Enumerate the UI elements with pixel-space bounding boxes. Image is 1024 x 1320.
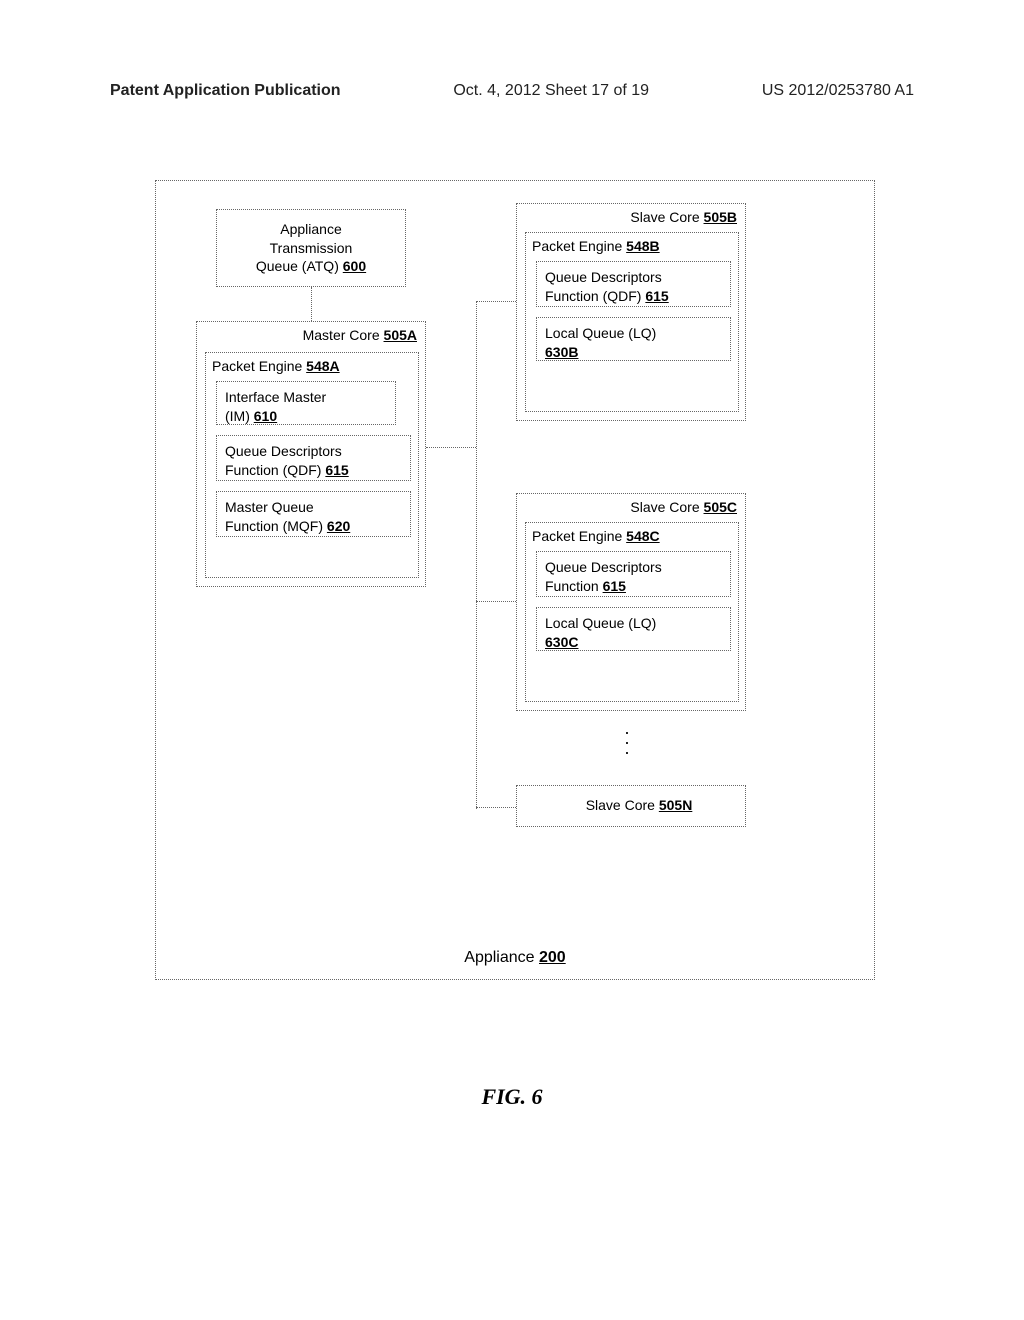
master-core-ref: 505A <box>384 327 417 343</box>
appliance-prefix: Appliance <box>464 949 539 966</box>
slave-n-ref: 505N <box>659 797 692 813</box>
qdf-b-box: Queue Descriptors Function (QDF) 615 <box>536 261 731 307</box>
connector-to-slave-b <box>476 301 516 302</box>
mqf-line2-prefix: Function (MQF) <box>225 518 327 534</box>
slave-b-ref: 505B <box>704 209 737 225</box>
header-center: Oct. 4, 2012 Sheet 17 of 19 <box>453 82 649 100</box>
packet-engine-a-label: Packet Engine 548A <box>212 357 340 376</box>
pe-b-prefix: Packet Engine <box>532 238 626 254</box>
slave-c-ref: 505C <box>704 499 737 515</box>
lq-b-ref: 630B <box>545 344 578 360</box>
qdf-a-ref: 615 <box>325 462 348 478</box>
mqf-line1: Master Queue <box>225 499 314 515</box>
slave-core-n-box: Slave Core 505N <box>516 785 746 827</box>
vertical-ellipsis: ··· <box>624 727 630 757</box>
slave-c-title: Slave Core 505C <box>630 498 737 517</box>
qdf-b-line1: Queue Descriptors <box>545 269 662 285</box>
qdf-c-line1: Queue Descriptors <box>545 559 662 575</box>
packet-engine-b: Packet Engine 548B Queue Descriptors Fun… <box>525 232 739 412</box>
qdf-master-box: Queue Descriptors Function (QDF) 615 <box>216 435 411 481</box>
page: Patent Application Publication Oct. 4, 2… <box>0 0 1024 1320</box>
slave-b-title-prefix: Slave Core <box>630 209 703 225</box>
connector-trunk-vertical <box>476 301 477 809</box>
connector-atq-master <box>311 287 312 321</box>
pe-a-prefix: Packet Engine <box>212 358 306 374</box>
qdf-c-ref: 615 <box>603 578 626 594</box>
pe-b-ref: 548B <box>626 238 659 254</box>
mqf-ref: 620 <box>327 518 350 534</box>
slave-core-c-box: Slave Core 505C Packet Engine 548C Queue… <box>516 493 746 711</box>
master-core-title-prefix: Master Core <box>303 327 384 343</box>
lq-c-ref: 630C <box>545 634 578 650</box>
header-left: Patent Application Publication <box>110 82 341 100</box>
im-line1: Interface Master <box>225 389 326 405</box>
qdf-b-ref: 615 <box>645 288 668 304</box>
slave-n-title-prefix: Slave Core <box>586 797 659 813</box>
pe-c-prefix: Packet Engine <box>532 528 626 544</box>
atq-ref: 600 <box>343 258 366 274</box>
lq-c-box: Local Queue (LQ) 630C <box>536 607 731 651</box>
qdf-b-line2-prefix: Function (QDF) <box>545 288 645 304</box>
slave-core-b-box: Slave Core 505B Packet Engine 548B Queue… <box>516 203 746 421</box>
master-core-box: Master Core 505A Packet Engine 548A Inte… <box>196 321 426 587</box>
slave-n-title: Slave Core 505N <box>525 796 753 815</box>
master-core-title: Master Core 505A <box>303 326 417 345</box>
interface-master-box: Interface Master (IM) 610 <box>216 381 396 425</box>
mqf-box: Master Queue Function (MQF) 620 <box>216 491 411 537</box>
page-header: Patent Application Publication Oct. 4, 2… <box>110 82 914 100</box>
connector-to-slave-n <box>476 807 516 808</box>
connector-master-trunk <box>426 447 476 448</box>
qdf-a-line2-prefix: Function (QDF) <box>225 462 325 478</box>
atq-box: Appliance Transmission Queue (ATQ) 600 <box>216 209 406 287</box>
packet-engine-a: Packet Engine 548A Interface Master (IM)… <box>205 352 419 578</box>
packet-engine-b-label: Packet Engine 548B <box>532 237 660 256</box>
lq-c-line1: Local Queue (LQ) <box>545 615 656 631</box>
qdf-a-line1: Queue Descriptors <box>225 443 342 459</box>
appliance-ref: 200 <box>539 949 566 966</box>
im-line2-prefix: (IM) <box>225 408 254 424</box>
im-ref: 610 <box>254 408 277 424</box>
appliance-container: Appliance Transmission Queue (ATQ) 600 M… <box>155 180 875 980</box>
atq-line1: Appliance <box>280 221 342 237</box>
packet-engine-c-label: Packet Engine 548C <box>532 527 660 546</box>
atq-line3-prefix: Queue (ATQ) <box>256 258 343 274</box>
qdf-c-box: Queue Descriptors Function 615 <box>536 551 731 597</box>
lq-b-line1: Local Queue (LQ) <box>545 325 656 341</box>
lq-b-box: Local Queue (LQ) 630B <box>536 317 731 361</box>
atq-line2: Transmission <box>270 240 353 256</box>
pe-c-ref: 548C <box>626 528 659 544</box>
header-right: US 2012/0253780 A1 <box>762 82 914 100</box>
appliance-label: Appliance 200 <box>156 949 874 967</box>
pe-a-ref: 548A <box>306 358 339 374</box>
slave-c-title-prefix: Slave Core <box>630 499 703 515</box>
connector-to-slave-c <box>476 601 516 602</box>
packet-engine-c: Packet Engine 548C Queue Descriptors Fun… <box>525 522 739 702</box>
figure-caption: FIG. 6 <box>0 1084 1024 1110</box>
qdf-c-line2-prefix: Function <box>545 578 603 594</box>
slave-b-title: Slave Core 505B <box>630 208 737 227</box>
